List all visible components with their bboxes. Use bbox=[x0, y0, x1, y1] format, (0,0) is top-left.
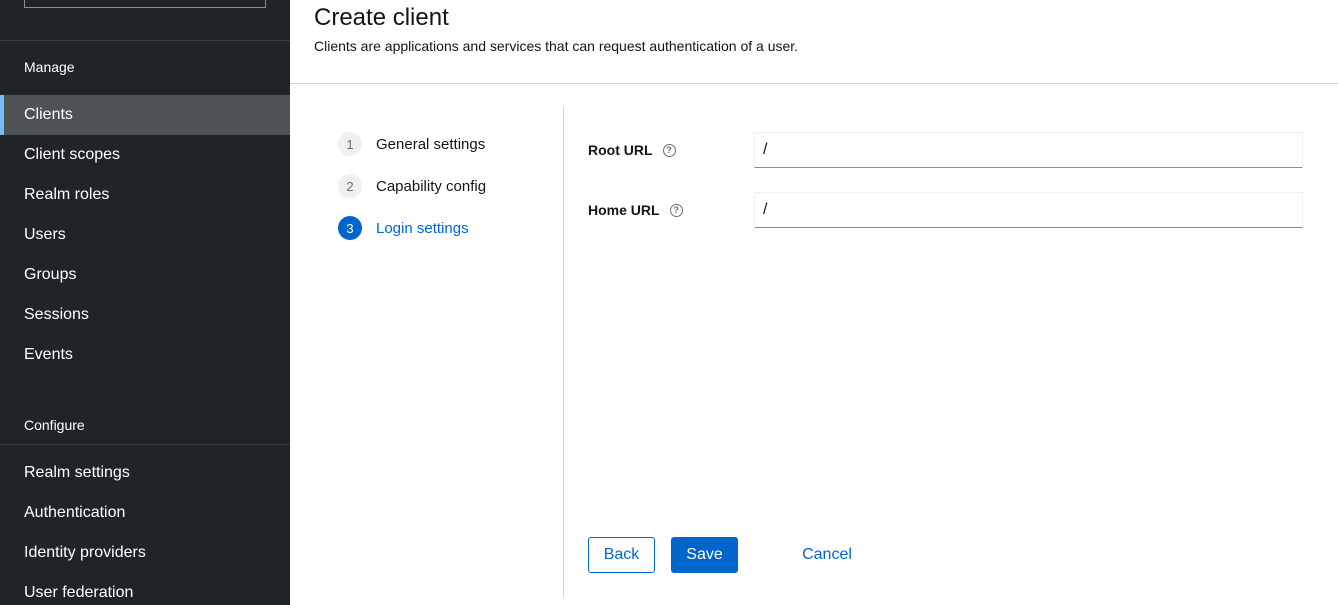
save-button[interactable]: Save bbox=[671, 537, 738, 573]
wizard-step-general-settings[interactable]: 1 General settings bbox=[338, 130, 558, 158]
sidebar-item-sessions[interactable]: Sessions bbox=[0, 295, 290, 335]
step-label: General settings bbox=[376, 135, 486, 153]
nav-section-configure: Configure bbox=[24, 417, 85, 433]
home-url-input[interactable] bbox=[754, 192, 1303, 228]
nav-section-manage: Manage bbox=[24, 59, 75, 75]
back-button[interactable]: Back bbox=[588, 537, 655, 573]
sidebar-item-clients[interactable]: Clients bbox=[0, 95, 290, 135]
home-url-label: Home URL ? bbox=[588, 202, 683, 218]
step-label: Capability config bbox=[376, 177, 487, 195]
root-url-label: Root URL ? bbox=[588, 142, 676, 158]
page-title: Create client bbox=[314, 4, 449, 31]
root-url-label-text: Root URL bbox=[588, 142, 653, 158]
wizard-step-login-settings[interactable]: 3 Login settings bbox=[338, 214, 558, 242]
step-label: Login settings bbox=[376, 219, 469, 237]
sidebar: Manage Clients Client scopes Realm roles… bbox=[0, 0, 290, 605]
wizard-divider bbox=[563, 107, 564, 597]
sidebar-item-user-federation[interactable]: User federation bbox=[0, 573, 290, 605]
sidebar-item-groups[interactable]: Groups bbox=[0, 255, 290, 295]
home-url-label-text: Home URL bbox=[588, 202, 660, 218]
nav-divider bbox=[0, 444, 290, 445]
sidebar-item-realm-roles[interactable]: Realm roles bbox=[0, 175, 290, 215]
sidebar-item-users[interactable]: Users bbox=[0, 215, 290, 255]
header-divider bbox=[290, 83, 1338, 84]
step-number: 1 bbox=[338, 132, 362, 156]
sidebar-item-client-scopes[interactable]: Client scopes bbox=[0, 135, 290, 175]
question-circle-icon[interactable]: ? bbox=[669, 203, 683, 217]
question-circle-icon[interactable]: ? bbox=[662, 143, 676, 157]
root-url-input[interactable] bbox=[754, 132, 1303, 168]
sidebar-item-authentication[interactable]: Authentication bbox=[0, 493, 290, 533]
step-number: 3 bbox=[338, 216, 362, 240]
sidebar-item-identity-providers[interactable]: Identity providers bbox=[0, 533, 290, 573]
wizard-step-capability-config[interactable]: 2 Capability config bbox=[338, 172, 558, 200]
step-number: 2 bbox=[338, 174, 362, 198]
realm-selector[interactable] bbox=[24, 0, 266, 8]
sidebar-item-events[interactable]: Events bbox=[0, 335, 290, 375]
cancel-button[interactable]: Cancel bbox=[786, 537, 868, 573]
nav-divider bbox=[0, 40, 290, 41]
sidebar-item-realm-settings[interactable]: Realm settings bbox=[0, 453, 290, 493]
page-description: Clients are applications and services th… bbox=[314, 38, 799, 54]
